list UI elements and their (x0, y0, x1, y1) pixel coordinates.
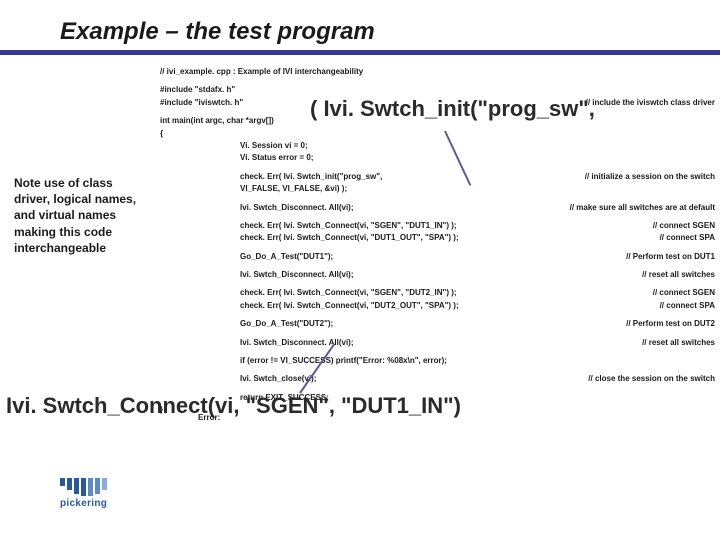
slide-title: Example – the test program (60, 18, 375, 46)
code-line: check. Err( Ivi. Swtch_init("prog_sw", (240, 171, 382, 183)
code-line: VI_FALSE, VI_FALSE, &vi) ); (240, 183, 347, 195)
code-line: check. Err( Ivi. Swtch_Connect(vi, "SGEN… (240, 220, 457, 232)
code-comment: // connect SPA (640, 300, 715, 312)
error-label: Error: (198, 413, 220, 422)
logo-text: pickering (60, 498, 148, 509)
code-line: #include "iviswtch. h" (160, 97, 243, 109)
callout-connect: Ivi. Swtch_Connect(vi, "SGEN", "DUT1_IN"… (6, 393, 461, 419)
code-line: { (160, 128, 163, 140)
code-comment: // connect SPA (640, 232, 715, 244)
code-line: Ivi. Swtch_Disconnect. All(vi); (240, 202, 354, 214)
logo-bars-icon (60, 478, 148, 496)
code-comment: // Perform test on DUT2 (606, 318, 715, 330)
code-line: Vi. Status error = 0; (240, 152, 313, 164)
code-line: Ivi. Swtch_Disconnect. All(vi); (240, 337, 354, 349)
code-line: check. Err( Ivi. Swtch_Connect(vi, "SGEN… (240, 287, 457, 299)
code-line: if (error != VI_SUCCESS) printf("Error: … (240, 355, 447, 367)
code-line: Go_Do_A_Test("DUT1"); (240, 251, 333, 263)
code-comment: // connect SGEN (633, 220, 715, 232)
callout-init: ( Ivi. Swtch_init("prog_sw", (310, 96, 595, 122)
code-line: int main(int argc, char *argv[]) (160, 115, 274, 127)
code-comment: // make sure all switches are at default (550, 202, 715, 214)
code-comment: // close the session on the switch (568, 373, 715, 385)
code-line: #include "stdafx. h" (160, 84, 235, 96)
code-comment: // connect SGEN (633, 287, 715, 299)
code-comment: // reset all switches (622, 337, 715, 349)
annotation-note: Note use of class driver, logical names,… (14, 175, 149, 256)
title-underline (0, 50, 720, 55)
code-comment: // initialize a session on the switch (565, 171, 715, 183)
code-line: check. Err( Ivi. Swtch_Connect(vi, "DUT2… (240, 300, 459, 312)
code-comment: // reset all switches (622, 269, 715, 281)
code-line: Vi. Session vi = 0; (240, 140, 308, 152)
code-line: // ivi_example. cpp : Example of IVI int… (160, 66, 363, 78)
code-line: Go_Do_A_Test("DUT2"); (240, 318, 333, 330)
code-comment: // Perform test on DUT1 (606, 251, 715, 263)
code-line: check. Err( Ivi. Swtch_Connect(vi, "DUT1… (240, 232, 459, 244)
pickering-logo: pickering (60, 478, 148, 510)
code-line: Ivi. Swtch_Disconnect. All(vi); (240, 269, 354, 281)
